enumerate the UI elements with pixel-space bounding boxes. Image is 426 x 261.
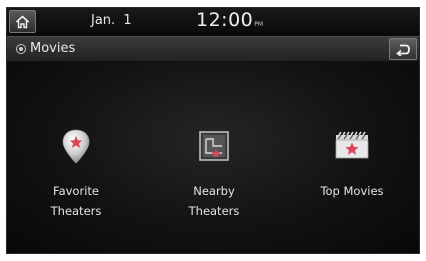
title-bar: Movies — [7, 36, 419, 62]
back-arrow-icon — [396, 44, 410, 56]
menu-grid: Favorite Theaters Nearby Theaters Top Mo… — [7, 62, 419, 253]
menu-item-top-movies[interactable]: Top Movies — [283, 62, 419, 253]
ampm-indicator: PM — [254, 21, 264, 28]
menu-item-label: Nearby Theaters — [188, 184, 240, 218]
infotainment-screen: Jan. 1 12:00PM Movies Favorite Theaters … — [6, 7, 420, 254]
favorite-pin-icon — [62, 129, 90, 164]
nearby-map-icon — [199, 131, 229, 161]
time-display: 12:00 — [196, 9, 254, 31]
menu-item-label: Favorite Theaters — [50, 184, 102, 218]
status-bar: Jan. 1 12:00PM — [7, 8, 419, 35]
page-title: Movies — [30, 41, 76, 56]
home-button[interactable] — [9, 10, 36, 33]
menu-item-nearby-theaters[interactable]: Nearby Theaters — [145, 62, 283, 253]
clapperboard-star-icon — [335, 131, 369, 159]
home-icon — [15, 15, 30, 28]
menu-item-label: Top Movies — [320, 184, 384, 198]
date-display: Jan. 1 — [91, 13, 132, 28]
back-button[interactable] — [389, 38, 417, 60]
menu-item-favorite-theaters[interactable]: Favorite Theaters — [7, 62, 145, 253]
radio-target-icon — [16, 44, 26, 54]
clock: 12:00PM — [196, 9, 263, 31]
